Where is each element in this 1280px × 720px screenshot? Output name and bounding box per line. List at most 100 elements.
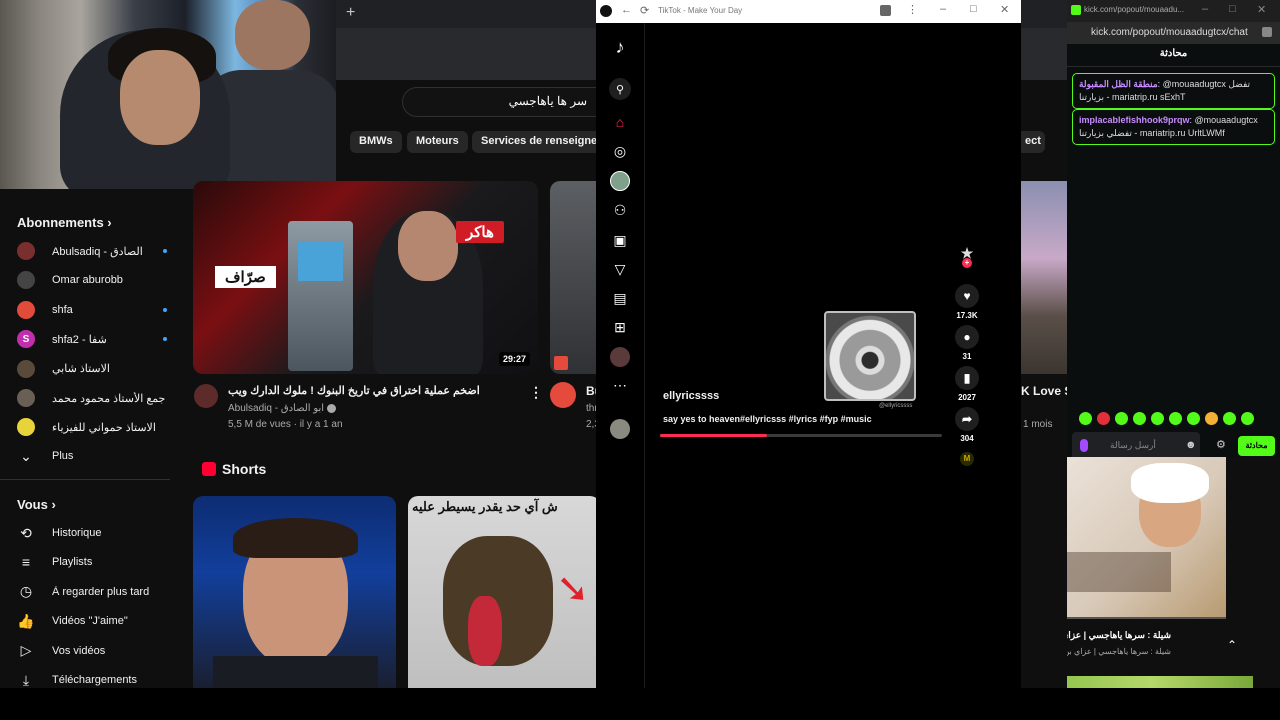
chat-input[interactable]: أرسل رسالة ☻	[1072, 432, 1200, 460]
sidebar-subscription-item[interactable]: الاستاذ حمواني للفيزياء	[17, 415, 167, 439]
shorts-heading: Shorts	[222, 461, 267, 477]
maximize-icon[interactable]: □	[1229, 3, 1236, 15]
sidebar-item-label: Omar aburobb	[52, 274, 123, 287]
lower-video-thumbnail[interactable]	[1067, 457, 1226, 619]
lower-progress-track[interactable]	[1067, 617, 1226, 619]
search-input[interactable]: سر ها ياهاجسي	[402, 87, 600, 117]
explore-icon[interactable]: ◎	[610, 141, 630, 161]
like-button[interactable]: ♥ 17.3K	[954, 284, 980, 320]
chip-moteurs[interactable]: Moteurs	[407, 131, 468, 153]
you-heading[interactable]: Vous ›	[17, 497, 56, 512]
video-progress-track[interactable]	[660, 434, 942, 437]
video-title[interactable]: اضخم عملية اختراق في تاريخ البنوك ! ملوك…	[228, 384, 518, 397]
maximize-icon[interactable]: □	[970, 3, 977, 15]
sidebar-more[interactable]: ⌄ Plus	[17, 444, 167, 468]
emote-icon[interactable]	[1205, 412, 1218, 425]
sidebar-subscription-item[interactable]: جمع الأستاذ محمود محمد	[17, 386, 167, 410]
more-icon[interactable]: ⋯	[610, 375, 630, 395]
sidebar-you-item[interactable]: ⟲ Historique	[17, 521, 167, 545]
microphone-icon[interactable]	[1080, 439, 1088, 452]
emote-icon[interactable]	[1241, 412, 1254, 425]
reload-icon[interactable]: ⟳	[640, 4, 649, 17]
back-icon[interactable]: ←	[621, 4, 632, 16]
video-thumbnail[interactable]: هاكر صرّاف 29:27	[193, 181, 538, 374]
chevron-down-icon: ⌄	[20, 447, 32, 464]
video-thumbnail-3[interactable]	[1021, 181, 1067, 374]
settings-icon[interactable]: ⚙	[1216, 438, 1226, 451]
save-count: 2027	[958, 393, 976, 402]
channel-avatar[interactable]	[194, 384, 218, 408]
chat-username[interactable]: implacablefishhook9prqw	[1079, 115, 1190, 125]
emote-icon[interactable]	[1169, 412, 1182, 425]
emote-icon[interactable]	[1097, 412, 1110, 425]
channel-avatar-2[interactable]	[550, 382, 576, 408]
close-icon[interactable]: ✕	[1000, 3, 1009, 16]
chip-services[interactable]: Services de renseigneme	[472, 131, 600, 153]
sidebar-you-item[interactable]: ◷ À regarder plus tard	[17, 580, 167, 604]
new-tab-button[interactable]: +	[346, 4, 355, 22]
sidebar-you-item[interactable]: ≡ Playlists	[17, 550, 167, 574]
translate-icon[interactable]	[880, 5, 891, 16]
sidebar-you-item[interactable]: ▷ Vos vidéos	[17, 639, 167, 663]
send-button[interactable]: محادثة	[1238, 436, 1275, 456]
lower-video-title[interactable]: شيلة : سرها ياهاجسي | عزاي بن سحاب |	[1067, 630, 1171, 641]
menu-icon[interactable]: ⋮	[907, 3, 918, 16]
history-icon: ⟲	[20, 524, 32, 541]
sidebar-subscription-item[interactable]: Sshfa2 - شفا	[17, 327, 167, 351]
chip-bmws[interactable]: BMWs	[350, 131, 402, 153]
emote-icon[interactable]	[1133, 412, 1146, 425]
save-button[interactable]: ▮ 2027	[954, 366, 980, 402]
home-icon[interactable]: ⌂	[610, 112, 630, 132]
emoji-icon[interactable]: ☻	[1185, 439, 1197, 451]
video-username[interactable]: ellyricssss	[663, 390, 719, 402]
emote-icon[interactable]	[1115, 412, 1128, 425]
browser-tabbar-2	[1021, 0, 1067, 28]
sidebar-subscription-item[interactable]: shfa	[17, 298, 167, 322]
close-icon[interactable]: ✕	[1257, 3, 1266, 16]
video-thumbnail-2[interactable]	[550, 181, 600, 374]
sidebar-subscription-item[interactable]: الاستاذ شابي	[17, 357, 167, 381]
short-thumbnail-2[interactable]: ش آي حد يقدر يسيطر عليه ➘	[408, 496, 600, 688]
sidebar-you-item[interactable]: ⤓ Téléchargements	[17, 668, 167, 688]
live-icon[interactable]: ▣	[610, 230, 630, 250]
upload-icon[interactable]: ⊞	[610, 317, 630, 337]
search-icon[interactable]: ⚲	[609, 78, 631, 100]
chat-username[interactable]: منطقة الظل المقبولة	[1079, 79, 1158, 89]
profile-avatar[interactable]	[610, 347, 630, 367]
music-disc[interactable]: M	[954, 452, 980, 466]
youtube-sidebar: Abonnements › Abulsadiq - الصادق Omar abu…	[0, 189, 170, 688]
sidebar-subscription-item[interactable]: Omar aburobb	[17, 268, 167, 292]
channel-badge	[554, 356, 568, 370]
next-video-strip[interactable]	[1067, 676, 1253, 688]
chip-fragment[interactable]: ect	[1021, 131, 1045, 153]
short-thumbnail-1[interactable]	[193, 496, 396, 688]
chevron-up-icon[interactable]: ⌃	[1227, 638, 1237, 652]
comment-button[interactable]: ● 31	[954, 325, 980, 361]
friends-icon[interactable]: ⚇	[610, 200, 630, 220]
tiktok-logo-icon[interactable]: ♪	[610, 37, 630, 57]
chat-title: محادثة	[1159, 48, 1188, 59]
kick-addressbar[interactable]: kick.com/popout/mouaadugtcx/chat	[1067, 22, 1280, 44]
creator-avatar[interactable]: ★ +	[954, 245, 980, 268]
webcam-face-left	[120, 50, 200, 145]
comment-icon: ●	[955, 325, 979, 349]
video-channel[interactable]: Abulsadiq - ابو الصادق	[228, 403, 336, 414]
subscriptions-heading[interactable]: Abonnements ›	[17, 215, 112, 230]
sidebar-subscription-item[interactable]: Abulsadiq - الصادق	[17, 239, 167, 263]
sidebar-item-label: shfa2 - شفا	[52, 333, 107, 346]
emote-icon[interactable]	[1187, 412, 1200, 425]
video-title-3[interactable]: K Love St	[1021, 384, 1067, 398]
minimize-icon[interactable]: –	[940, 3, 946, 15]
minimize-icon[interactable]: –	[1202, 3, 1208, 15]
emote-icon[interactable]	[1079, 412, 1092, 425]
sidebar-you-item[interactable]: 👍 Vidéos "J'aime"	[17, 609, 167, 633]
activity-icon[interactable]: ▤	[610, 288, 630, 308]
account-avatar[interactable]	[610, 419, 630, 439]
emote-icon[interactable]	[1151, 412, 1164, 425]
more-options-icon[interactable]: ⋮	[529, 384, 543, 401]
messages-icon[interactable]: ▽	[610, 259, 630, 279]
share-button[interactable]: ➦ 304	[954, 407, 980, 443]
emote-icon[interactable]	[1223, 412, 1236, 425]
following-avatar[interactable]	[610, 171, 630, 191]
translate-icon[interactable]	[1262, 27, 1272, 37]
